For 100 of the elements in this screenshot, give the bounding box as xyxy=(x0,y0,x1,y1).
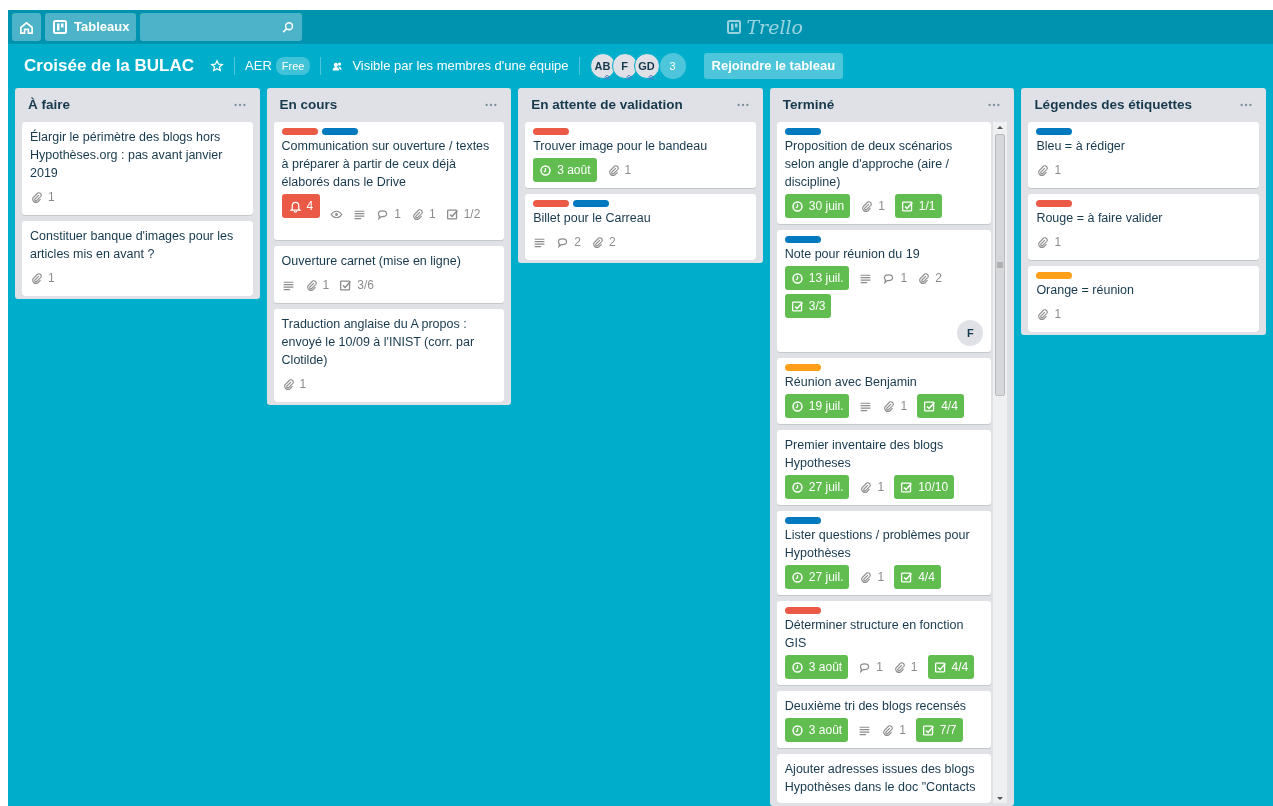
card[interactable]: Constituer banque d'images pour les articles mis en avant ? 1 xyxy=(22,221,253,296)
checklist-count: 3/6 xyxy=(357,277,374,294)
due-date-badge: 27 juil. xyxy=(784,565,850,589)
paperclip-icon xyxy=(860,199,874,213)
paperclip-icon xyxy=(281,377,295,391)
paperclip-icon xyxy=(917,271,931,285)
paperclip-icon xyxy=(1036,307,1050,321)
paperclip-icon xyxy=(881,723,895,737)
checklist-icon xyxy=(921,723,935,737)
search-icon xyxy=(280,19,295,35)
member-avatar[interactable]: GD xyxy=(633,53,660,79)
card[interactable]: Lister questions / problèmes pour Hypothèses 27 juil. 1 4/4 xyxy=(776,511,992,595)
plan-tag: Free xyxy=(275,56,311,76)
card[interactable]: Rouge = à faire valider 1 xyxy=(1028,194,1259,260)
card[interactable]: Communication sur ouverture / textes à préparer à partir de ceux déjà élaborés dans le Drive 4 1 1 1/2 xyxy=(273,122,505,240)
card-title: Ajouter adresses issues des blogs Hypothèses dans le doc "Contacts xyxy=(784,761,977,796)
comment-count: 1 xyxy=(876,659,883,676)
checklist-badge: 1/1 xyxy=(894,194,942,218)
checklist-icon xyxy=(923,399,937,413)
card[interactable]: Ajouter adresses issues des blogs Hypothèses dans le doc "Contacts xyxy=(776,754,992,803)
clock-icon xyxy=(790,660,804,674)
due-date-badge: 13 juil. xyxy=(784,266,850,290)
card[interactable]: Trouver image pour le bandeau 3 août 1 xyxy=(525,122,756,188)
chevron-icon xyxy=(646,73,655,81)
card-title: Billet pour le Carreau xyxy=(533,210,652,227)
home-icon xyxy=(19,19,34,35)
card[interactable]: Réunion avec Benjamin 19 juil. 1 4/4 xyxy=(776,358,992,424)
checklist-count: 1/2 xyxy=(463,206,481,223)
attachment-count: 1 xyxy=(624,162,632,179)
clock-icon xyxy=(790,199,804,213)
list-title[interactable]: À faire xyxy=(28,94,71,116)
due-date-badge: 3 août xyxy=(533,158,597,182)
attachment-count: 1 xyxy=(48,270,55,287)
attachment-count: 1 xyxy=(878,198,885,215)
attachment-count: 1 xyxy=(899,722,906,739)
card-title: Deuxième tri des blogs recensés xyxy=(784,698,968,715)
card-title: Trouver image pour le bandeau xyxy=(533,138,709,155)
attachment-count: 1 xyxy=(1054,234,1062,251)
comment-icon xyxy=(376,207,390,221)
card-title: Note pour réunion du 19 xyxy=(784,246,921,263)
card-title: Orange = réunion xyxy=(1036,282,1135,299)
chevron-icon xyxy=(602,73,611,81)
paperclip-icon xyxy=(590,235,604,249)
card[interactable]: Ouverture carnet (mise en ligne) 1 3/6 xyxy=(273,246,505,303)
card-title: Lister questions / problèmes pour Hypothèses xyxy=(784,527,971,562)
checklist-badge: 7/7 xyxy=(915,718,963,742)
card[interactable]: Bleu = à rédiger 1 xyxy=(1028,122,1259,188)
attachment-count: 1 xyxy=(900,398,908,415)
search-field[interactable] xyxy=(140,13,303,41)
home-button[interactable] xyxy=(12,13,41,41)
member-avatar[interactable]: AB xyxy=(589,53,616,79)
due-date-badge: 19 juil. xyxy=(784,394,850,418)
paperclip-icon xyxy=(859,480,873,494)
clock-icon xyxy=(790,723,804,737)
card-title: Premier inventaire des blogs Hypotheses xyxy=(784,437,945,472)
list-title[interactable]: Légendes des étiquettes xyxy=(1034,94,1192,116)
card[interactable]: Proposition de deux scénarios selon angle d'approche (aire / discipline) 30 juin 1 1/1 xyxy=(776,122,992,224)
attachment-count: 1 xyxy=(1054,306,1062,323)
checklist-icon xyxy=(900,480,914,494)
card-title: Constituer banque d'images pour les articles mis en avant ? xyxy=(30,228,235,263)
due-date-badge: 27 juil. xyxy=(784,475,850,499)
list-title[interactable]: En attente de validation xyxy=(531,94,683,116)
member-avatar[interactable]: F xyxy=(957,320,984,346)
list-title[interactable]: En cours xyxy=(279,94,338,116)
card[interactable]: Deuxième tri des blogs recensés 3 août 1 7/7 xyxy=(776,691,992,748)
member-avatar[interactable]: F xyxy=(611,53,638,79)
attachment-count: 1 xyxy=(910,659,918,676)
paperclip-icon xyxy=(892,660,906,674)
attachment-count: 1 xyxy=(877,479,885,496)
board-icon xyxy=(52,19,68,35)
comment-count: 1 xyxy=(394,206,401,223)
card-title: Communication sur ouverture / textes à préparer à partir de ceux déjà élaborés dans le Drive xyxy=(281,138,491,191)
list-title[interactable]: Terminé xyxy=(782,94,835,116)
card[interactable]: Premier inventaire des blogs Hypotheses 27 juil. 1 10/10 xyxy=(776,430,992,505)
paperclip-icon xyxy=(304,278,318,292)
comment-count: 2 xyxy=(574,234,581,251)
card[interactable]: Élargir le périmètre des blogs hors Hypothèses.org : pas avant janvier 2019 1 xyxy=(22,122,253,215)
comment-icon xyxy=(858,660,872,674)
card[interactable]: Déterminer structure en fonction GIS 3 août 1 1 4/4 xyxy=(776,601,992,685)
due-date-badge: 3 août xyxy=(784,655,849,679)
attachment-count: 2 xyxy=(935,270,942,287)
attachment-count: 1 xyxy=(322,277,330,294)
clock-icon xyxy=(539,163,553,177)
checklist-icon xyxy=(339,278,353,292)
card[interactable]: Billet pour le Carreau 2 2 xyxy=(525,194,756,260)
card-title: Déterminer structure en fonction GIS xyxy=(784,617,965,652)
card[interactable]: Note pour réunion du 19 13 juil. 1 2 3/3 F xyxy=(776,230,992,352)
card-title: Proposition de deux scénarios selon angle d'approche (aire / discipline) xyxy=(784,138,954,191)
paperclip-icon xyxy=(606,163,620,177)
paperclip-icon xyxy=(1036,163,1050,177)
scrollbar[interactable] xyxy=(993,122,1008,803)
card-title: Élargir le périmètre des blogs hors Hypothèses.org : pas avant janvier 2019 xyxy=(30,128,224,182)
due-date-badge: 3 août xyxy=(784,718,849,742)
logo-icon xyxy=(726,19,743,35)
checklist-badge: 4/4 xyxy=(927,655,975,679)
card[interactable]: Orange = réunion 1 xyxy=(1028,266,1259,332)
card-title: Bleu = à rédiger xyxy=(1036,138,1126,155)
checklist-icon xyxy=(933,660,947,674)
card[interactable]: Traduction anglaise du A propos : envoyé le 10/09 à l'INIST (corr. par Clotilde) 1 xyxy=(273,309,505,402)
paperclip-icon xyxy=(1036,235,1050,249)
